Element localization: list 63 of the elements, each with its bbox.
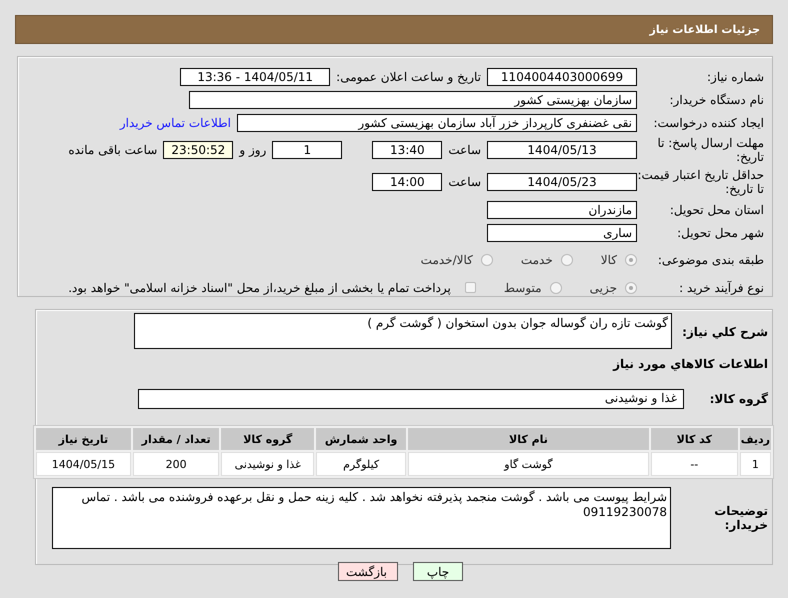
field-label: تاریخ و ساعت اعلان عمومی:	[336, 70, 481, 84]
field-label: ایجاد کننده درخواست:	[652, 116, 765, 130]
option-label: کالا/خدمت	[420, 253, 473, 267]
checkbox-label: پرداخت تمام یا بخشی از مبلغ خرید،از محل "اسناد خزانه اسلامی" خواهد بود.	[68, 280, 451, 294]
field-label: نوع فرآیند خرید :	[678, 280, 765, 294]
column-header: کد کالا	[650, 428, 738, 450]
field-label: استان محل تحویل:	[668, 202, 765, 216]
goods-group-field: غذا و نوشیدنی	[138, 389, 684, 409]
radio-button[interactable]	[625, 282, 637, 294]
option-label: جزیی	[590, 280, 617, 294]
table-cell: گوشت گاو	[408, 452, 649, 476]
radio-button[interactable]	[550, 282, 562, 294]
field-label: گروه کالا:	[708, 392, 769, 406]
table-cell: 200	[132, 452, 220, 476]
field-label: شرح کلي نياز:	[681, 324, 769, 339]
checkbox[interactable]	[464, 282, 476, 293]
remaining-time-field: 23:50:52	[163, 141, 234, 159]
buyer-notes-textarea[interactable]: شرایط پیوست می باشد . گوشت منجمد پذیرفته نخواهد شد . کلیه زینه حمل و نقل برعهده فروشنده می باشد . تماس 09119230078	[52, 487, 671, 549]
back-button[interactable]: بازگشت	[338, 562, 398, 581]
field-label: ساعت	[448, 143, 481, 157]
option-label: کالا	[600, 253, 617, 267]
field-label: شهر محل تحویل:	[676, 226, 765, 240]
field-label: مهلت ارسال پاسخ: تا تاریخ:	[656, 136, 765, 164]
column-header: ردیف	[740, 428, 771, 450]
buyer-org-field: سازمان بهزیستی کشور	[189, 90, 637, 108]
radio-button[interactable]	[560, 254, 573, 266]
buyer-contact-link[interactable]: اطلاعات تماس خریدار	[120, 116, 231, 130]
description-textarea[interactable]: گوشت تازه ران گوساله جوان بدون استخوان ( گوشت گرم )	[134, 313, 672, 349]
deadline-time-field: 13:40	[372, 141, 442, 159]
field-label: شماره نیاز:	[706, 70, 765, 84]
city-field: ساری	[487, 224, 637, 242]
table-cell: 1404/05/15	[36, 452, 131, 476]
deadline-date-field: 1404/05/13	[487, 141, 637, 159]
column-header: تاریخ نیاز	[36, 428, 131, 450]
column-header: واحد شمارش	[316, 428, 406, 450]
need-number-field: 1104004403000699	[487, 68, 637, 86]
table-cell: 1	[740, 452, 771, 476]
field-label: حداقل تاریخ اعتبار قیمت: تا تاریخ:	[637, 168, 765, 196]
field-label: نام دستگاه خریدار:	[668, 92, 765, 106]
table-cell: --	[650, 452, 738, 476]
print-button[interactable]: چاپ	[413, 562, 463, 581]
table-cell: غذا و نوشیدنی	[221, 452, 314, 476]
option-label: متوسط	[504, 280, 542, 294]
section-title: اطلاعات کالاهاي مورد نياز	[612, 356, 769, 373]
requester-field: نقی غضنفری کارپرداز خزر آباد سازمان بهزیستی کشور	[237, 114, 637, 132]
announce-date-field: 1404/05/11 - 13:36	[180, 68, 330, 86]
province-field: مازندران	[487, 200, 637, 218]
radio-button[interactable]	[480, 254, 493, 266]
field-label: طبقه بندی موضوعی:	[656, 253, 765, 267]
validity-date-field: 1404/05/23	[487, 173, 637, 191]
radio-button[interactable]	[625, 254, 637, 266]
column-header: نام کالا	[408, 428, 649, 450]
days-field: 1	[272, 141, 342, 159]
validity-time-field: 14:00	[372, 173, 442, 191]
column-header: تعداد / مقدار	[132, 428, 220, 450]
option-label: خدمت	[520, 253, 553, 267]
table-cell: کیلوگرم	[316, 452, 406, 476]
field-label: ساعت	[448, 175, 481, 189]
column-header: گروه کالا	[221, 428, 314, 450]
field-label: روز و	[239, 143, 266, 157]
page-title-bar: جزئیات اطلاعات نیاز	[15, 15, 773, 44]
field-label: ساعت باقی مانده	[68, 143, 158, 157]
field-label: توضیحات خریدار:	[713, 504, 769, 532]
